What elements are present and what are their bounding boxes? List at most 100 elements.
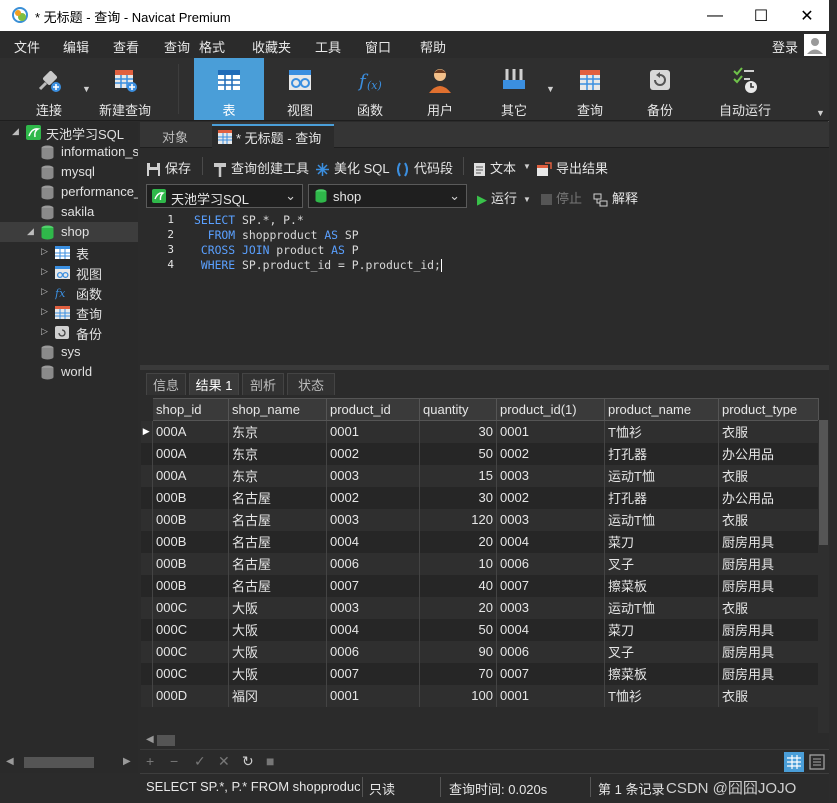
table-cell[interactable]: 0003 (326, 508, 420, 531)
table-cell[interactable]: 40 (419, 574, 497, 597)
table-row[interactable]: 000A 东京 0002 50 0002 打孔器 办公用品 (140, 442, 819, 465)
toolbar-automation[interactable]: 自动运行 (700, 58, 790, 120)
table-cell[interactable]: 50 (419, 618, 497, 641)
table-cell[interactable]: 0002 (496, 486, 605, 509)
row-indicator[interactable] (140, 552, 153, 575)
table-cell[interactable]: 0002 (496, 442, 605, 465)
menu-tools[interactable]: 工具 (315, 37, 341, 56)
tree-db-information-schema[interactable]: information_s (0, 142, 138, 162)
table-cell[interactable]: 大阪 (228, 596, 327, 619)
query-builder-button[interactable]: 查询创建工具 (213, 158, 309, 178)
tab-objects[interactable]: 对象 (140, 124, 210, 148)
table-cell[interactable]: 0003 (326, 464, 420, 487)
table-cell[interactable]: 0004 (496, 530, 605, 553)
maximize-button[interactable]: ☐ (738, 0, 784, 31)
menu-help[interactable]: 帮助 (420, 37, 446, 56)
row-indicator[interactable] (140, 618, 153, 641)
table-cell[interactable]: 90 (419, 640, 497, 663)
table-cell[interactable]: 名古屋 (228, 574, 327, 597)
table-cell[interactable]: 000C (152, 596, 229, 619)
table-cell[interactable]: 0003 (496, 508, 605, 531)
menu-format[interactable]: 格式 (199, 37, 225, 56)
table-cell[interactable]: 30 (419, 486, 497, 509)
toolbar-view[interactable]: 视图 (270, 58, 330, 120)
explain-button[interactable]: 解释 (593, 188, 638, 207)
table-cell[interactable]: T恤衫 (604, 420, 719, 443)
table-cell[interactable]: 名古屋 (228, 552, 327, 575)
table-cell[interactable]: 0007 (326, 574, 420, 597)
save-button[interactable]: 保存 (146, 158, 191, 177)
row-indicator[interactable]: ▶ (140, 420, 153, 443)
table-cell[interactable]: 厨房用具 (718, 640, 819, 663)
form-view-icon[interactable] (807, 752, 827, 772)
table-cell[interactable]: 0001 (496, 420, 605, 443)
table-cell[interactable]: 衣服 (718, 596, 819, 619)
table-cell[interactable]: 000C (152, 640, 229, 663)
tree-shop-views[interactable]: ▷ 视图 (0, 262, 138, 282)
add-record-icon[interactable]: + (146, 753, 154, 769)
row-indicator[interactable] (140, 442, 153, 465)
table-row[interactable]: 000B 名古屋 0003 120 0003 运动T恤 衣服 (140, 508, 819, 531)
toolbar-backup[interactable]: 备份 (630, 58, 690, 120)
export-result-button[interactable]: 导出结果 (536, 158, 608, 177)
tree-db-sys[interactable]: sys (0, 342, 138, 362)
others-dropdown-icon[interactable]: ▼ (546, 84, 555, 94)
table-row[interactable]: 000C 大阪 0003 20 0003 运动T恤 衣服 (140, 596, 819, 619)
table-cell[interactable]: 大阪 (228, 618, 327, 641)
code-snippet-button[interactable]: 代码段 (395, 158, 453, 177)
menu-view[interactable]: 查看 (113, 37, 139, 56)
stop-icon[interactable]: ■ (266, 753, 274, 769)
tab-result-1[interactable]: 结果 1 (189, 373, 239, 395)
collapse-arrow-icon[interactable]: ▷ (41, 286, 48, 297)
grid-horizontal-scrollbar[interactable]: ◀ (140, 733, 829, 748)
tree-db-world[interactable]: world (0, 362, 138, 382)
toolbar-user[interactable]: 用户 (410, 58, 470, 120)
apply-icon[interactable]: ✓ (194, 753, 206, 770)
table-cell[interactable]: 衣服 (718, 464, 819, 487)
sidebar-horizontal-scrollbar[interactable]: ◀ ▶ (0, 753, 138, 773)
table-cell[interactable]: 100 (419, 684, 497, 707)
table-cell[interactable]: 0001 (326, 684, 420, 707)
table-cell[interactable]: 30 (419, 420, 497, 443)
table-cell[interactable]: 000A (152, 420, 229, 443)
table-cell[interactable]: 000A (152, 442, 229, 465)
table-cell[interactable]: 0001 (326, 420, 420, 443)
tree-connection[interactable]: ◢ 天池学习SQL (0, 122, 138, 142)
grid-view-icon[interactable] (784, 752, 804, 772)
table-cell[interactable]: 0006 (496, 640, 605, 663)
tree-db-sakila[interactable]: sakila (0, 202, 138, 222)
table-row[interactable]: 000B 名古屋 0002 30 0002 打孔器 办公用品 (140, 486, 819, 509)
table-cell[interactable]: 0007 (326, 662, 420, 685)
tree-db-performance-schema[interactable]: performance_ (0, 182, 138, 202)
table-cell[interactable]: 0004 (326, 530, 420, 553)
menu-query[interactable]: 查询 (164, 37, 190, 56)
table-cell[interactable]: 厨房用具 (718, 552, 819, 575)
table-cell[interactable]: 叉子 (604, 640, 719, 663)
scroll-left-icon[interactable]: ◀ (146, 734, 154, 745)
table-cell[interactable]: 厨房用具 (718, 574, 819, 597)
table-cell[interactable]: 70 (419, 662, 497, 685)
table-cell[interactable]: 20 (419, 596, 497, 619)
table-cell[interactable]: 0007 (496, 574, 605, 597)
menu-file[interactable]: 文件 (14, 37, 40, 56)
table-row[interactable]: 000B 名古屋 0007 40 0007 擦菜板 厨房用具 (140, 574, 819, 597)
sql-editor[interactable]: 1 2 3 4 SELECT SP.*, P.* FROM shopproduc… (140, 213, 829, 365)
tree-db-mysql[interactable]: mysql (0, 162, 138, 182)
table-cell[interactable]: 000D (152, 684, 229, 707)
tree-shop-functions[interactable]: ▷ fx 函数 (0, 282, 138, 302)
table-cell[interactable]: 东京 (228, 464, 327, 487)
table-cell[interactable]: 办公用品 (718, 486, 819, 509)
table-cell[interactable]: 运动T恤 (604, 508, 719, 531)
row-indicator[interactable] (140, 508, 153, 531)
row-indicator[interactable] (140, 684, 153, 707)
login-link[interactable]: 登录 (772, 37, 798, 56)
table-cell[interactable]: 厨房用具 (718, 662, 819, 685)
close-button[interactable]: ✕ (784, 0, 830, 31)
row-indicator[interactable] (140, 464, 153, 487)
tree-db-shop[interactable]: ◢ shop (0, 222, 138, 242)
row-indicator[interactable] (140, 486, 153, 509)
editor-result-splitter[interactable] (140, 365, 829, 370)
connect-dropdown-icon[interactable]: ▼ (82, 84, 91, 94)
table-cell[interactable]: 运动T恤 (604, 596, 719, 619)
table-cell[interactable]: 0006 (326, 552, 420, 575)
